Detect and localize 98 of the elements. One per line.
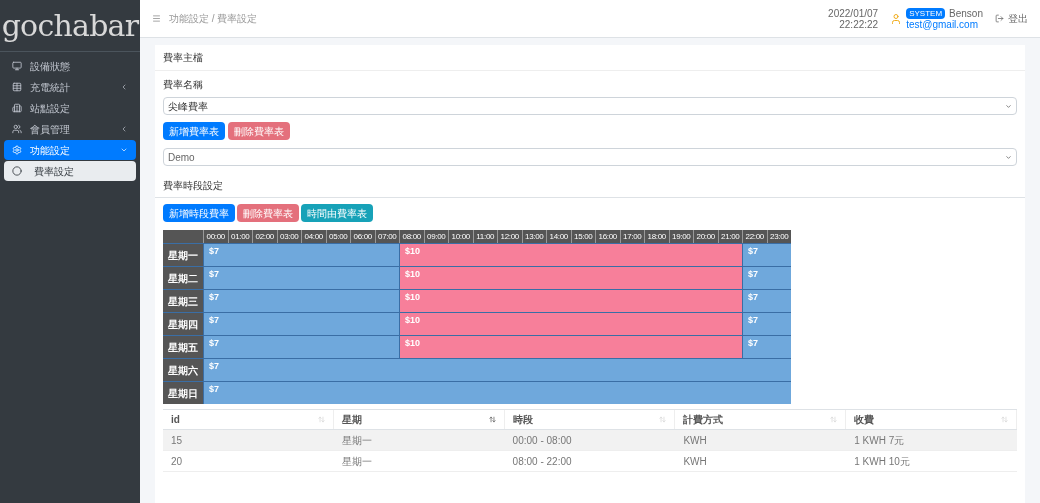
date-text: 2022/01/07 [828,7,879,19]
menu-icon[interactable] [152,14,161,23]
hour-header: 03:00 [276,230,301,243]
table-cell-text: 08:00 - 22:00 [511,454,573,469]
hour-header: 16:00 [595,230,620,243]
rate-block[interactable]: $10 [399,267,742,289]
hour-header: 19:00 [668,230,693,243]
hour-header: 20:00 [693,230,718,243]
column-header[interactable]: 計費方式 [675,410,847,429]
user-name: Benson [949,7,983,19]
logo: gochabar [1,10,139,41]
action-button[interactable]: 刪除費率表 [237,204,299,222]
users-icon [12,124,22,134]
user-icon [890,12,903,25]
hour-header: 08:00 [399,230,424,243]
action-button[interactable]: 時間由費率表 [301,204,373,222]
rate-block[interactable]: $7 [203,290,399,312]
rate-block[interactable]: $7 [742,313,791,335]
rate-block[interactable]: $7 [742,267,791,289]
hour-header: 12:00 [497,230,522,243]
hour-header: 06:00 [350,230,375,243]
hour-header: 21:00 [717,230,742,243]
hour-header: 18:00 [644,230,669,243]
hour-header: 07:00 [374,230,399,243]
sidebar-item[interactable]: 設備狀態 [4,56,136,76]
hour-header: 13:00 [521,230,546,243]
column-header[interactable]: id [163,410,334,429]
day-label: 星期日 [167,386,199,401]
day-label: 星期四 [167,317,199,332]
day-label: 星期一 [167,248,199,263]
day-label: 星期五 [167,340,199,355]
rate-block[interactable]: $10 [399,244,742,266]
day-label: 星期二 [167,271,199,286]
hour-header: 10:00 [448,230,473,243]
rate-block[interactable]: $7 [203,244,399,266]
caret-icon [1005,102,1012,110]
hour-header: 05:00 [325,230,350,243]
hour-header: 01:00 [227,230,252,243]
monitor-icon [12,61,22,71]
rate-block[interactable]: $10 [399,313,742,335]
table-icon [12,82,22,92]
sidebar-item[interactable]: 會員管理 [4,119,136,139]
section-title: 費率時段設定 [163,180,223,191]
rate-block[interactable]: $7 [203,382,791,404]
action-button[interactable]: 刪除費率表 [228,122,290,140]
hour-header: 00:00 [203,230,228,243]
time-text: 22:22:22 [839,18,879,30]
rate-block[interactable]: $7 [742,244,791,266]
column-header[interactable]: 收費 [846,410,1017,429]
table-cell-text: 20 [170,454,184,469]
rate-block[interactable]: $7 [203,359,791,381]
column-header[interactable]: 星期 [333,410,505,429]
gear-icon [12,145,22,155]
breadcrumb: 功能設定 / 費率設定 [169,12,258,26]
card-title: 費率主檔 [163,52,203,63]
hour-header: 15:00 [570,230,595,243]
building-icon [12,103,22,113]
rate-block[interactable]: $7 [203,313,399,335]
table-cell-text: KWH [682,433,708,448]
column-header[interactable]: 時段 [504,410,676,429]
rate-block[interactable]: $7 [742,290,791,312]
action-button[interactable]: 新增費率表 [163,122,225,140]
rate-block[interactable]: $7 [203,267,399,289]
field-label: 費率名稱 [163,78,204,92]
table-cell-text: 1 KWH 10元 [853,454,911,469]
sidebar-item[interactable]: 充電統計 [4,77,136,97]
table-cell-text: 15 [170,433,184,448]
table-cell-text: 星期一 [340,454,373,469]
sidebar-item[interactable]: 功能設定 [4,140,136,160]
hour-header: 09:00 [423,230,448,243]
table-cell-text: 00:00 - 08:00 [511,433,573,448]
sidebar-item[interactable]: 站點設定 [4,98,136,118]
hour-header: 23:00 [766,230,791,243]
email-link[interactable]: test@gmail.com [906,18,983,30]
hour-header: 02:00 [252,230,277,243]
rate-block[interactable]: $10 [399,336,742,358]
rate-block[interactable]: $7 [203,336,399,358]
hour-header: 14:00 [546,230,571,243]
logout-button[interactable]: 登出 [995,11,1028,26]
table-cell-text: 1 KWH 7元 [853,433,906,448]
rate-block[interactable]: $7 [742,336,791,358]
select-field[interactable]: Demo [163,148,1017,166]
day-label: 星期六 [167,363,199,378]
caret-icon [1005,153,1012,161]
sidebar-subitem[interactable]: 費率設定 [4,161,136,181]
role-badge: SYSTEM [906,7,946,19]
rate-block[interactable]: $10 [399,290,742,312]
circle-icon [12,166,22,176]
hour-header: 22:00 [742,230,767,243]
table-cell-text: 星期一 [340,433,373,448]
table-cell-text: KWH [682,454,708,469]
hour-header: 17:00 [619,230,644,243]
hour-header: 11:00 [472,230,497,243]
day-label: 星期三 [167,294,199,309]
hour-header: 04:00 [301,230,326,243]
action-button[interactable]: 新增時段費率 [163,204,235,222]
logout-icon [995,14,1004,23]
select-field[interactable]: 尖峰費率 [163,97,1017,115]
